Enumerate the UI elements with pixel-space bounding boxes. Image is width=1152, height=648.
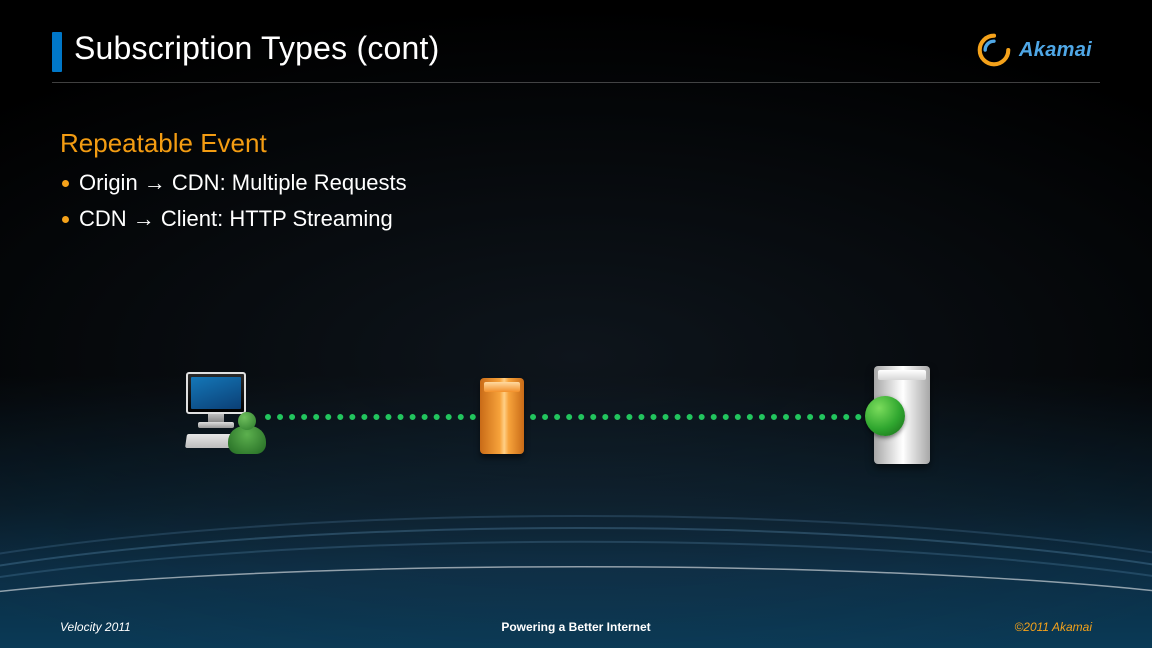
akamai-swoosh-icon — [977, 33, 1011, 67]
footer-center: Powering a Better Internet — [404, 620, 748, 634]
bullet-text: Origin → CDN: Multiple Requests — [79, 170, 407, 196]
bullet-item: CDN → Client: HTTP Streaming — [62, 206, 407, 232]
network-diagram — [180, 370, 930, 490]
progress-dot-icon — [865, 396, 905, 436]
bullet-item: Origin → CDN: Multiple Requests — [62, 170, 407, 196]
footer-right: ©2011 Akamai — [748, 620, 1092, 634]
title-accent-bar — [52, 32, 62, 72]
footer-left: Velocity 2011 — [60, 620, 404, 634]
bullet-dot-icon — [62, 216, 69, 223]
user-icon — [226, 410, 268, 456]
bullet-dot-icon — [62, 180, 69, 187]
cdn-server-icon — [480, 378, 524, 454]
brand-name: Akamai — [1019, 39, 1092, 62]
monitor-icon — [186, 372, 246, 414]
client-node-icon — [180, 370, 275, 465]
slide-subheading: Repeatable Event — [60, 128, 267, 159]
slide-title: Subscription Types (cont) — [74, 30, 439, 67]
slide-footer: Velocity 2011 Powering a Better Internet… — [0, 606, 1152, 648]
dotted-connector — [265, 414, 910, 420]
title-underline — [52, 82, 1100, 83]
brand-logo: Akamai — [977, 30, 1092, 70]
monitor-stand-icon — [208, 414, 224, 422]
background-swoosh-icon — [0, 498, 1152, 618]
bullet-list: Origin → CDN: Multiple Requests CDN → Cl… — [62, 170, 407, 242]
bullet-text: CDN → Client: HTTP Streaming — [79, 206, 393, 232]
